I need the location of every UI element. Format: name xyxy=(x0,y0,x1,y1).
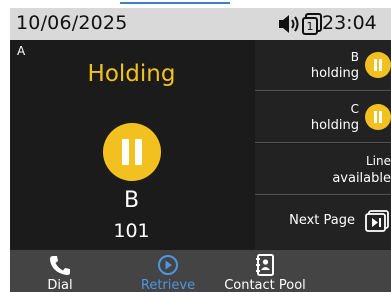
line-key-b[interactable]: B holding xyxy=(255,40,391,91)
status-bar: 10/06/2025 1 23:04 xyxy=(10,8,391,40)
contact-pool-label: Contact Pool xyxy=(224,278,306,292)
line-key-label: Line xyxy=(365,154,391,168)
line-key-label: C xyxy=(350,102,359,116)
line-key-c[interactable]: C holding xyxy=(255,92,391,143)
play-icon xyxy=(158,255,178,275)
phone-screen: 10/06/2025 1 23:04 A Holding B 101 B hol… xyxy=(10,8,391,292)
line-indicator-number: 1 xyxy=(307,20,314,33)
next-page-label: Next Page xyxy=(289,213,355,228)
line-indicator-icon: 1 xyxy=(302,13,322,35)
dial-label: Dial xyxy=(47,278,73,292)
dial-button[interactable]: Dial xyxy=(30,250,90,292)
line-key-status: holding xyxy=(310,66,359,81)
retrieve-button[interactable]: Retrieve xyxy=(122,250,214,292)
line-key-status: available xyxy=(332,171,391,186)
status-date: 10/06/2025 xyxy=(16,12,128,34)
speaker-icon xyxy=(279,15,299,33)
line-keys: B holding C holding Line available Next … xyxy=(255,40,391,250)
status-time: 23:04 xyxy=(322,12,377,34)
call-line-label: A xyxy=(17,44,26,58)
focus-indicator xyxy=(120,0,230,4)
phone-icon xyxy=(50,256,70,275)
next-page-key[interactable]: Next Page xyxy=(255,196,391,250)
line-key-status: holding xyxy=(310,118,359,133)
caller-name: B xyxy=(123,188,140,213)
soft-key-bar: Dial Retrieve Contact Pool xyxy=(10,250,391,292)
contact-book-icon xyxy=(256,254,274,276)
call-state: Holding xyxy=(87,61,176,87)
hold-icon[interactable] xyxy=(103,123,161,181)
caller-number: 101 xyxy=(113,220,150,242)
call-panel[interactable]: A Holding B 101 xyxy=(10,40,253,250)
retrieve-label: Retrieve xyxy=(140,278,196,292)
contact-pool-button[interactable]: Contact Pool xyxy=(210,250,320,292)
next-page-icon xyxy=(365,210,389,232)
top-edge xyxy=(0,0,391,8)
hold-icon xyxy=(365,104,391,130)
line-key-label: B xyxy=(350,50,359,64)
hold-icon xyxy=(365,52,391,78)
line-key-available[interactable]: Line available xyxy=(255,144,391,195)
